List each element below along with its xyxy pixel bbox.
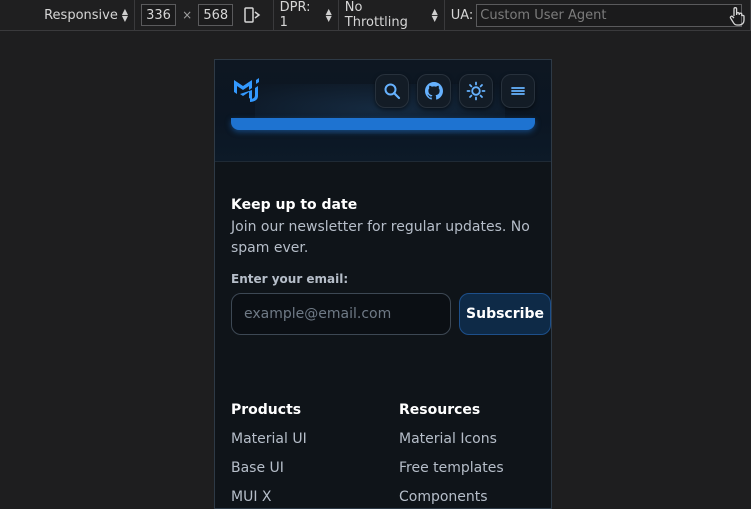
footer-link-components[interactable]: Components (399, 489, 488, 505)
user-agent-input[interactable]: Custom User Agent (476, 3, 743, 27)
newsletter-description: Join our newsletter for regular updates.… (231, 219, 530, 256)
footer-link-material-ui[interactable]: Material UI (231, 431, 307, 447)
device-mode-select[interactable]: Responsive ▲ ▼ (38, 0, 134, 31)
height-input[interactable]: 568 (198, 4, 234, 26)
footer-link-material-icons[interactable]: Material Icons (399, 431, 497, 447)
throttling-label: No Throttling (344, 0, 408, 30)
ua-label: UA: (450, 7, 474, 23)
divider (134, 0, 135, 31)
footer-link-free-templates[interactable]: Free templates (399, 460, 504, 476)
newsletter-title: Keep up to date (231, 197, 358, 213)
dimension-separator: × (182, 8, 193, 22)
search-button[interactable] (375, 74, 409, 108)
throttling-select[interactable]: No Throttling ▲ ▼ (339, 0, 444, 31)
width-input[interactable]: 336 (140, 4, 177, 26)
products-heading: Products (231, 402, 302, 418)
device-viewport: Keep up to date Join our newsletter for … (214, 59, 552, 509)
email-label: Enter your email: (231, 272, 349, 286)
divider (443, 0, 445, 31)
theme-toggle-button[interactable] (459, 74, 493, 108)
subscribe-button[interactable]: Subscribe (459, 293, 551, 335)
menu-icon (511, 87, 525, 95)
theme-toggle-icon (466, 81, 486, 101)
footer-link-mui-x[interactable]: MUI X (231, 489, 272, 505)
menu-button[interactable] (501, 74, 535, 108)
device-mode-label: Responsive (44, 7, 118, 23)
search-icon (384, 83, 401, 100)
select-arrows-icon: ▲ ▼ (325, 7, 332, 23)
resources-heading: Resources (399, 402, 481, 418)
rotate-icon[interactable] (239, 4, 264, 26)
github-icon (425, 82, 443, 100)
dpr-select[interactable]: DPR: 1 ▲ ▼ (274, 0, 338, 31)
github-button[interactable] (417, 74, 451, 108)
devtools-toolbar: Responsive ▲ ▼ 336 × 568 DPR: 1 ▲ ▼ No Thr… (0, 0, 751, 31)
touch-icon[interactable] (726, 4, 748, 28)
footer-link-base-ui[interactable]: Base UI (231, 460, 284, 476)
mui-logo[interactable] (232, 76, 266, 104)
dpr-label: DPR: 1 (279, 0, 311, 30)
site-header (215, 60, 551, 120)
select-arrows-icon: ▲ ▼ (431, 7, 438, 23)
select-arrows-icon: ▲ ▼ (121, 7, 129, 23)
email-input[interactable]: example@email.com (231, 293, 451, 335)
